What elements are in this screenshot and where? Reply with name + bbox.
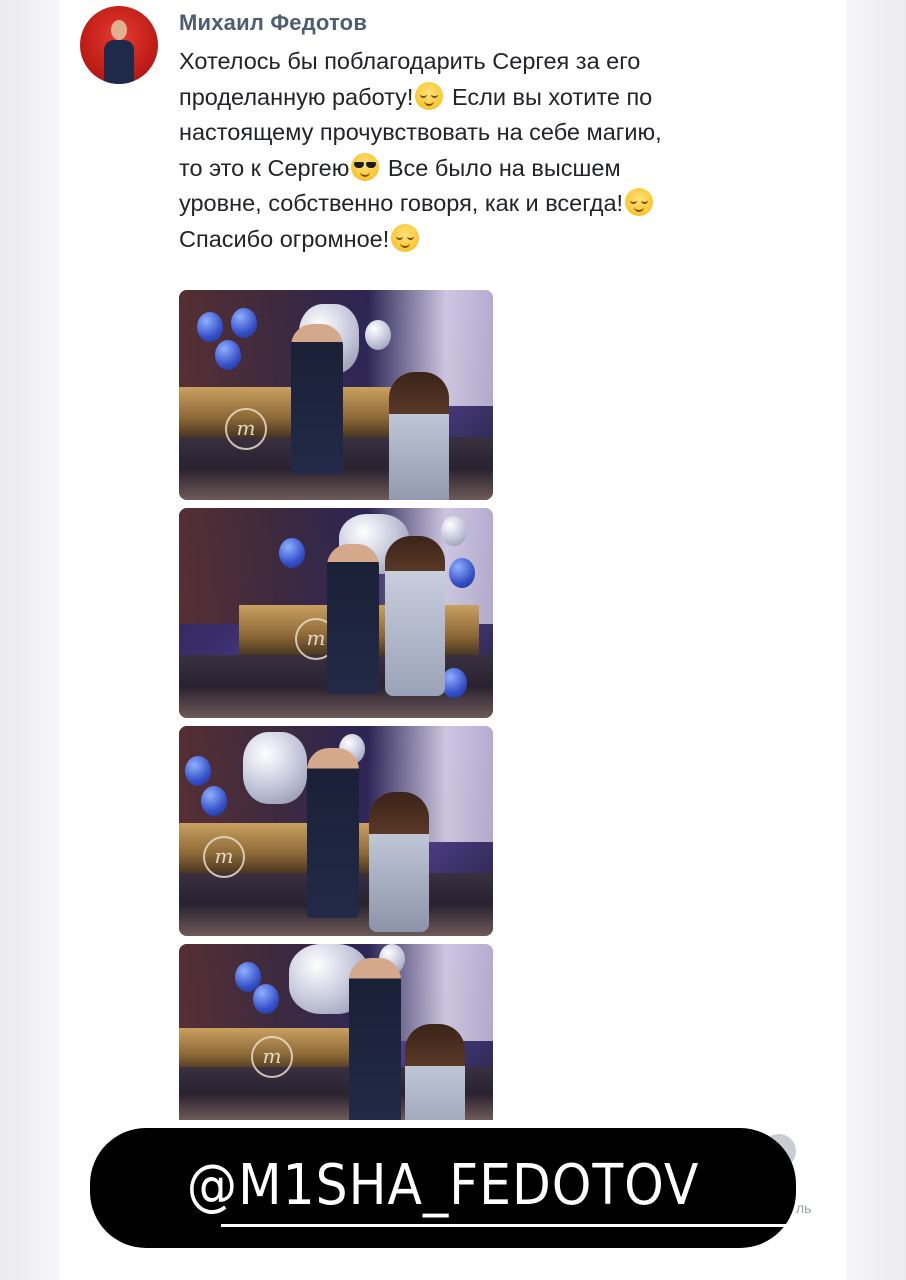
text-line-1: Хотелось бы поблагодарить Сергея за его bbox=[179, 44, 819, 80]
person-magician bbox=[349, 958, 401, 1120]
avatar-head bbox=[111, 20, 127, 40]
venue-logo: m bbox=[251, 1036, 293, 1078]
smirking-face-icon bbox=[625, 188, 654, 217]
handle-underline bbox=[221, 1224, 831, 1227]
text-fragment: то это к Сергею bbox=[179, 154, 350, 181]
venue-logo: m bbox=[203, 836, 245, 878]
attached-photo-2[interactable]: m bbox=[179, 508, 493, 718]
text-fragment: Спасибо огромное! bbox=[179, 225, 390, 252]
relieved-face-icon bbox=[415, 81, 444, 110]
person-magician bbox=[307, 748, 359, 918]
text-fragment: уровне, собственно говоря, как и всегда! bbox=[179, 190, 624, 217]
person-guest bbox=[405, 1024, 465, 1120]
text-fragment: настоящему прочувствовать на себе магию, bbox=[179, 119, 662, 146]
text-line-5: уровне, собственно говоря, как и всегда! bbox=[179, 186, 819, 222]
username-handle: @M1SHA_FEDOTOV bbox=[186, 1153, 700, 1218]
balloon-icon bbox=[279, 538, 305, 568]
balloon-icon bbox=[197, 312, 223, 342]
number-balloon-icon bbox=[243, 732, 307, 804]
balloon-icon bbox=[449, 558, 475, 588]
photo-bar-counter bbox=[179, 386, 399, 437]
balloon-icon bbox=[231, 308, 257, 338]
balloon-icon bbox=[215, 340, 241, 370]
balloon-icon bbox=[365, 320, 391, 350]
attached-photo-1[interactable]: m bbox=[179, 290, 493, 500]
person-guest bbox=[389, 372, 449, 500]
comment-text: Хотелось бы поблагодарить Сергея за его … bbox=[179, 44, 819, 258]
avatar-body bbox=[104, 40, 134, 84]
text-line-2: проделанную работу! Если вы хотите по bbox=[179, 80, 819, 116]
person-magician bbox=[291, 324, 343, 474]
person-guest bbox=[385, 536, 445, 696]
text-line-4: то это к Сергею Все было на высшем bbox=[179, 151, 819, 187]
person-magician bbox=[327, 544, 379, 694]
text-line-3: настоящему прочувствовать на себе магию, bbox=[179, 115, 819, 151]
balloon-icon bbox=[201, 786, 227, 816]
author-name[interactable]: Михаил Федотов bbox=[179, 10, 367, 36]
screenshot-frame: Михаил Федотов Хотелось бы поблагодарить… bbox=[0, 0, 906, 1280]
attached-photo-4[interactable]: m bbox=[179, 944, 493, 1120]
person-guest bbox=[369, 792, 429, 932]
text-fragment: проделанную работу! bbox=[179, 83, 414, 110]
text-line-6: Спасибо огромное! bbox=[179, 222, 819, 258]
attached-photo-3[interactable]: m bbox=[179, 726, 493, 936]
balloon-icon bbox=[253, 984, 279, 1014]
username-sticker[interactable]: @M1SHA_FEDOTOV bbox=[90, 1128, 831, 1248]
balloon-icon bbox=[185, 756, 211, 786]
avatar[interactable] bbox=[80, 6, 158, 84]
text-fragment: Если вы хотите по bbox=[451, 83, 653, 110]
venue-logo: m bbox=[225, 408, 267, 450]
balloon-icon bbox=[441, 516, 467, 546]
smiling-face-icon bbox=[391, 223, 420, 252]
underlying-partial-text: ль bbox=[796, 1200, 812, 1216]
text-fragment: Все было на высшем bbox=[387, 154, 621, 181]
sunglasses-face-icon bbox=[351, 152, 380, 181]
text-fragment: Хотелось бы поблагодарить Сергея за его bbox=[179, 48, 641, 74]
